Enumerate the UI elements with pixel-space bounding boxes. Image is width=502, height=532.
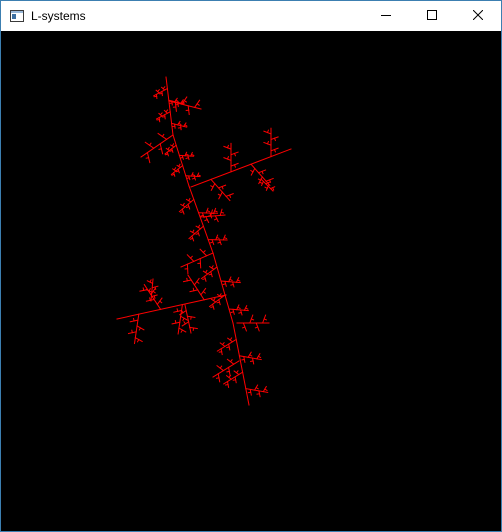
app-window: L-systems <box>0 0 502 532</box>
minimize-button[interactable] <box>363 1 409 31</box>
close-button[interactable] <box>455 1 501 31</box>
l-system-fractal <box>116 76 292 406</box>
drawing-canvas[interactable] <box>1 31 501 531</box>
app-window-icon <box>9 8 25 24</box>
maximize-icon <box>427 7 437 25</box>
minimize-icon <box>381 7 391 25</box>
window-title: L-systems <box>31 9 86 23</box>
title-bar[interactable]: L-systems <box>1 1 501 31</box>
maximize-button[interactable] <box>409 1 455 31</box>
window-controls <box>363 1 501 31</box>
close-icon <box>472 7 484 25</box>
